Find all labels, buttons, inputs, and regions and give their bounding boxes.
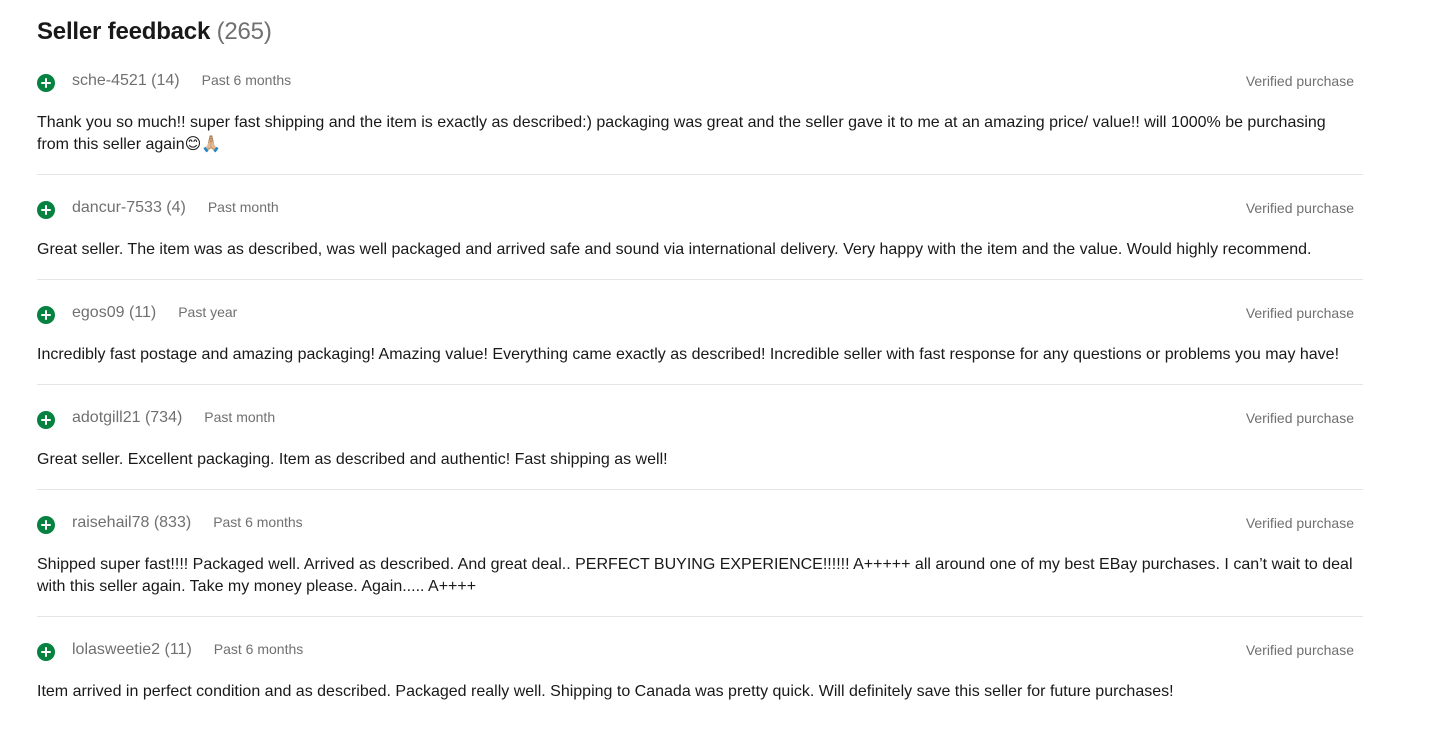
buyer-username[interactable]: sche-4521 (14) bbox=[72, 72, 180, 90]
feedback-time: Past month bbox=[204, 409, 276, 425]
feedback-header: adotgill21 (734) Past month Verified pur… bbox=[37, 403, 1363, 433]
feedback-header: dancur-7533 (4) Past month Verified purc… bbox=[37, 193, 1363, 223]
feedback-time: Past 6 months bbox=[213, 641, 304, 657]
feedback-item: dancur-7533 (4) Past month Verified purc… bbox=[37, 193, 1363, 280]
positive-feedback-icon bbox=[37, 201, 55, 219]
feedback-item: raisehail78 (833) Past 6 months Verified… bbox=[37, 508, 1363, 617]
feedback-comment: Great seller. Excellent packaging. Item … bbox=[37, 451, 668, 468]
section-title: Seller feedback (265) bbox=[37, 0, 1363, 48]
feedback-list: sche-4521 (14) Past 6 months Verified pu… bbox=[37, 66, 1363, 721]
positive-feedback-icon bbox=[37, 306, 55, 324]
positive-feedback-icon bbox=[37, 74, 55, 92]
verified-purchase-label: Verified purchase bbox=[1245, 73, 1354, 89]
positive-feedback-icon bbox=[37, 411, 55, 429]
feedback-item: egos09 (11) Past year Verified purchase … bbox=[37, 298, 1363, 385]
positive-feedback-icon bbox=[37, 643, 55, 661]
verified-purchase-label: Verified purchase bbox=[1245, 410, 1354, 426]
feedback-comment: Shipped super fast!!!! Packaged well. Ar… bbox=[37, 556, 1353, 595]
feedback-header: egos09 (11) Past year Verified purchase bbox=[37, 298, 1363, 328]
feedback-header: raisehail78 (833) Past 6 months Verified… bbox=[37, 508, 1363, 538]
feedback-time: Past year bbox=[178, 304, 238, 320]
feedback-comment: Incredibly fast postage and amazing pack… bbox=[37, 346, 1340, 363]
feedback-comment: Thank you so much!! super fast shipping … bbox=[37, 114, 1326, 153]
buyer-username[interactable]: raisehail78 (833) bbox=[72, 514, 191, 532]
buyer-username[interactable]: lolasweetie2 (11) bbox=[72, 641, 192, 659]
feedback-time: Past month bbox=[207, 199, 279, 215]
buyer-username[interactable]: egos09 (11) bbox=[72, 304, 156, 322]
feedback-comment: Great seller. The item was as described,… bbox=[37, 241, 1312, 258]
feedback-comment: Item arrived in perfect condition and as… bbox=[37, 683, 1174, 700]
feedback-time: Past 6 months bbox=[201, 72, 292, 88]
verified-purchase-label: Verified purchase bbox=[1245, 515, 1354, 531]
positive-feedback-icon bbox=[37, 516, 55, 534]
feedback-header: lolasweetie2 (11) Past 6 months Verified… bbox=[37, 635, 1363, 665]
verified-purchase-label: Verified purchase bbox=[1245, 200, 1354, 216]
section-title-text: Seller feedback bbox=[37, 18, 211, 45]
buyer-username[interactable]: adotgill21 (734) bbox=[72, 409, 182, 427]
feedback-time: Past 6 months bbox=[213, 514, 303, 530]
feedback-item: adotgill21 (734) Past month Verified pur… bbox=[37, 403, 1363, 490]
feedback-item: lolasweetie2 (11) Past 6 months Verified… bbox=[37, 635, 1363, 721]
verified-purchase-label: Verified purchase bbox=[1245, 642, 1354, 658]
feedback-count: (265) bbox=[216, 18, 272, 45]
feedback-header: sche-4521 (14) Past 6 months Verified pu… bbox=[37, 66, 1363, 96]
seller-feedback-section: Seller feedback (265) sche-4521 (14) Pas… bbox=[37, 0, 1363, 739]
verified-purchase-label: Verified purchase bbox=[1245, 305, 1354, 321]
buyer-username[interactable]: dancur-7533 (4) bbox=[72, 199, 186, 217]
feedback-item: sche-4521 (14) Past 6 months Verified pu… bbox=[37, 66, 1363, 175]
